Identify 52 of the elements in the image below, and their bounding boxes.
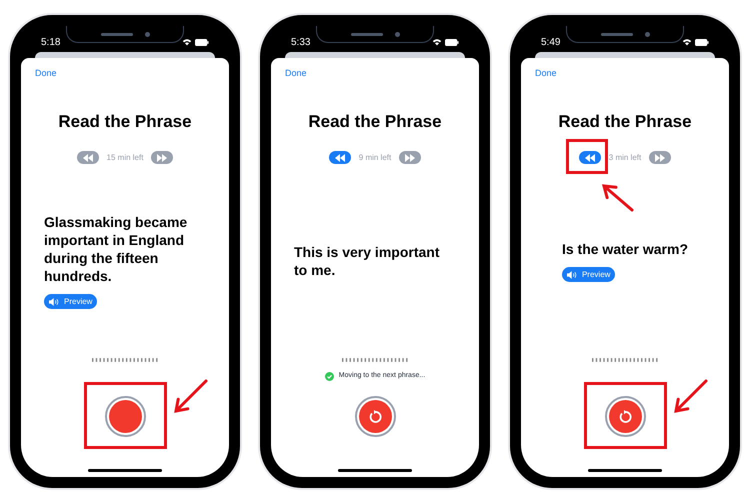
fast-forward-icon	[654, 154, 666, 162]
wifi-icon	[182, 38, 192, 46]
check-icon	[324, 372, 334, 380]
wifi-icon	[682, 38, 692, 46]
rewind-button[interactable]	[578, 151, 601, 164]
record-button[interactable]	[104, 396, 146, 437]
time-left-label: 3 min left	[608, 152, 642, 164]
arrow	[602, 184, 634, 212]
refresh-icon	[368, 410, 382, 424]
waveform-drawing	[592, 358, 658, 362]
arrow	[174, 380, 208, 413]
phrase-text: Glassmaking became important in England during the fifteen hundreds.	[44, 213, 188, 285]
speaker-icon	[49, 298, 60, 306]
battery-icon	[195, 38, 209, 46]
speaker-grille	[600, 32, 632, 36]
rewind-icon	[584, 154, 596, 162]
fast-forward-icon	[404, 154, 416, 162]
refresh-icon	[618, 410, 632, 424]
status-time: 5:18	[41, 36, 60, 50]
fast-forward-button[interactable]	[399, 151, 422, 164]
page-title: Read the Phrase	[308, 110, 442, 132]
rewind-button[interactable]	[76, 151, 99, 164]
rewind-icon	[334, 154, 346, 162]
fast-forward-button[interactable]	[649, 151, 672, 164]
phrase-text: This is very important to me.	[294, 243, 440, 279]
retry-button[interactable]	[604, 396, 646, 437]
done-button[interactable]: Done	[535, 67, 557, 80]
battery-icon	[695, 38, 709, 46]
preview-button[interactable]: Preview	[44, 294, 98, 309]
retry-button[interactable]	[354, 396, 396, 437]
done-button[interactable]: Done	[285, 67, 307, 80]
status-time: 5:49	[541, 36, 560, 50]
wifi-icon	[432, 38, 442, 46]
fast-forward-icon	[156, 154, 168, 162]
battery-icon	[445, 38, 459, 46]
speaker-grille	[350, 32, 382, 36]
status-time: 5:33	[291, 36, 310, 50]
page-title: Read the Phrase	[558, 110, 692, 132]
fast-forward-button[interactable]	[151, 151, 174, 164]
rewind-button[interactable]	[328, 151, 351, 164]
waveform-drawing	[342, 358, 408, 362]
time-left-label: 15 min left	[106, 152, 144, 164]
time-left-label: 9 min left	[358, 152, 392, 164]
arrow	[674, 380, 708, 413]
page-title: Read the Phrase	[58, 110, 192, 132]
speaker-icon	[566, 270, 578, 278]
preview-button[interactable]: Preview	[562, 267, 616, 282]
done-button[interactable]: Done	[35, 67, 57, 80]
speaker-grille	[100, 32, 132, 36]
phrase-text: Is the water warm?	[562, 240, 688, 258]
rewind-icon	[82, 154, 94, 162]
waveform-drawing	[92, 358, 158, 362]
